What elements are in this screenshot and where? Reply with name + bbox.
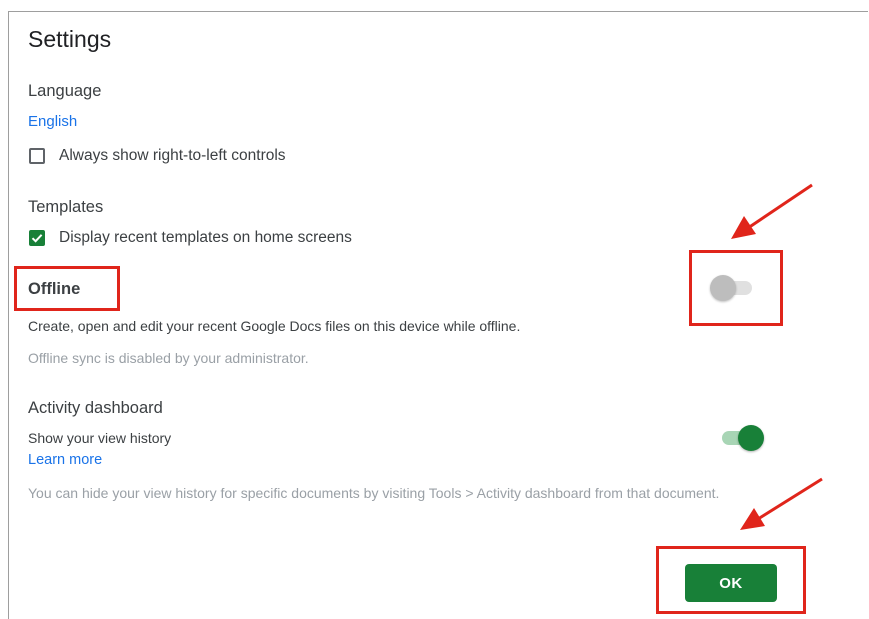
page: Settings Language English Always show ri… [0, 0, 869, 619]
arrow-to-offline-toggle-icon [731, 183, 813, 239]
annotation-arrows [731, 183, 823, 530]
arrow-to-ok-button-icon [740, 477, 823, 530]
